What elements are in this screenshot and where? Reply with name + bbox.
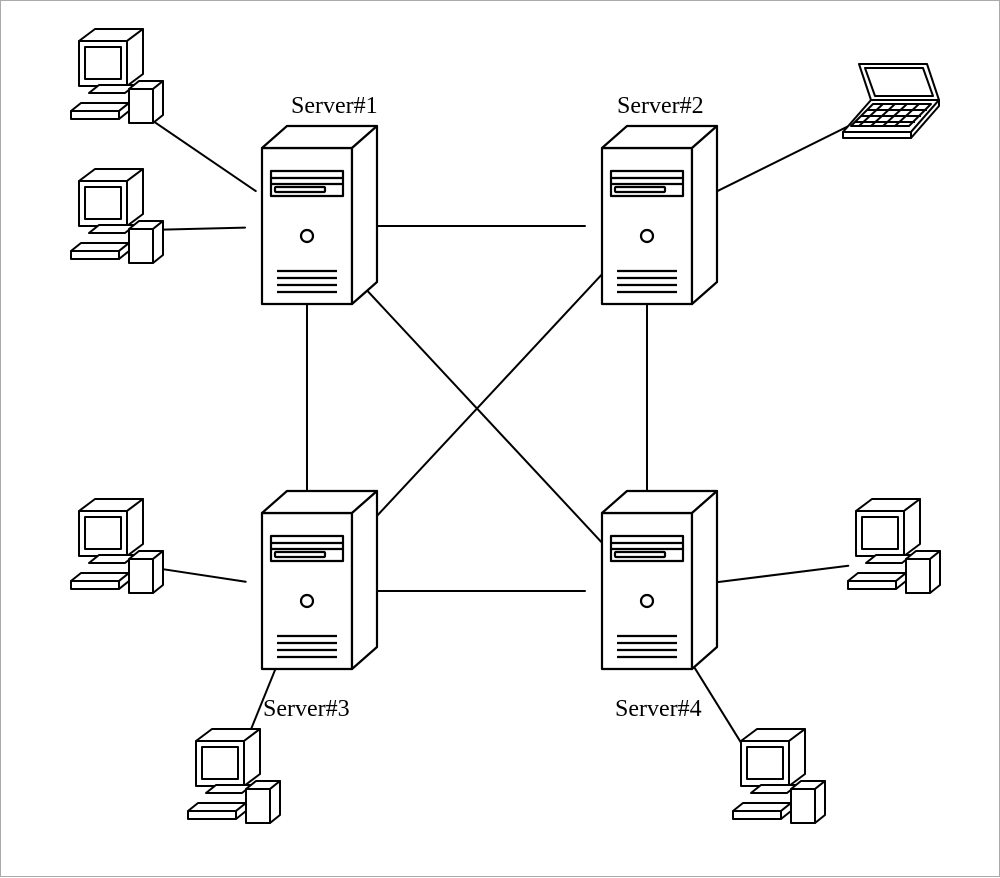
desktop-icon (733, 729, 825, 823)
desktop-icon (71, 499, 163, 593)
server-label: Server#1 (291, 93, 378, 120)
desktop-icon (848, 499, 940, 593)
client-link (703, 123, 855, 199)
desktop-icon (188, 729, 280, 823)
server-icon (602, 126, 717, 304)
desktop-icon (71, 169, 163, 263)
server-label: Server#4 (615, 696, 702, 723)
server-icon (602, 491, 717, 669)
client-link (709, 566, 849, 584)
server-label: Server#2 (617, 93, 704, 120)
laptop-icon (843, 64, 939, 138)
server-icon (262, 491, 377, 669)
server-icon (262, 126, 377, 304)
client-link (140, 112, 255, 191)
server-label: Server#3 (263, 696, 350, 723)
desktop-icon (71, 29, 163, 123)
